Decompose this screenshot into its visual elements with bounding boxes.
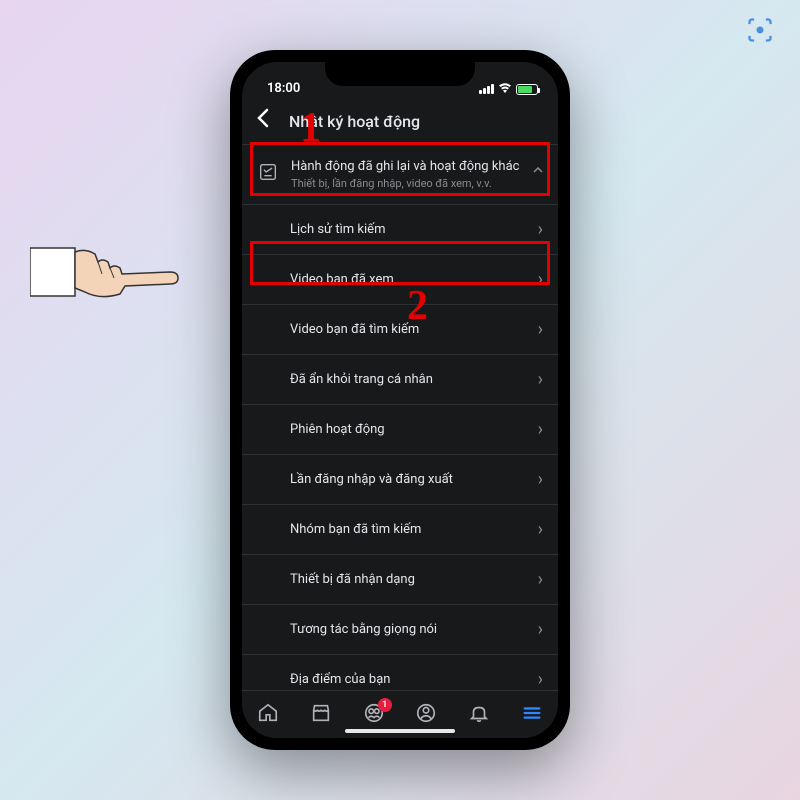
home-indicator [345, 729, 455, 733]
chevron-right-icon: › [538, 469, 543, 490]
nav-menu[interactable] [512, 702, 552, 724]
item-voice-interactions[interactable]: Tương tác bằng giọng nói › [242, 605, 558, 655]
chevron-right-icon: › [538, 669, 543, 690]
section-recorded-actions[interactable]: Hành động đã ghi lại và hoạt động khác T… [242, 145, 558, 205]
battery-icon [516, 84, 538, 95]
chevron-right-icon: › [538, 619, 543, 640]
item-logins-logouts[interactable]: Lần đăng nhập và đăng xuất › [242, 455, 558, 505]
status-indicators [479, 82, 538, 96]
item-videos-watched[interactable]: Video bạn đã xem › [242, 255, 558, 305]
nav-notifications[interactable] [459, 702, 499, 724]
page-title: Nhật ký hoạt động [289, 112, 420, 131]
collapse-icon [533, 163, 543, 176]
item-label: Video bạn đã xem [290, 272, 394, 287]
status-time: 18:00 [262, 81, 300, 96]
nav-groups[interactable]: 1 [354, 702, 394, 724]
item-hidden-from-timeline[interactable]: Đã ẩn khỏi trang cá nhân › [242, 355, 558, 405]
wifi-icon [498, 82, 512, 96]
item-active-sessions[interactable]: Phiên hoạt động › [242, 405, 558, 455]
item-label: Lịch sử tìm kiếm [290, 222, 385, 237]
section-title: Hành động đã ghi lại và hoạt động khác [291, 159, 525, 174]
nav-home[interactable] [248, 702, 288, 724]
item-search-history[interactable]: Lịch sử tìm kiếm › [242, 205, 558, 255]
chevron-right-icon: › [538, 369, 543, 390]
item-label: Phiên hoạt động [290, 422, 385, 437]
item-groups-searched[interactable]: Nhóm bạn đã tìm kiếm › [242, 505, 558, 555]
item-label: Đã ẩn khỏi trang cá nhân [290, 372, 433, 387]
item-label: Tương tác bằng giọng nói [290, 622, 437, 637]
chevron-right-icon: › [538, 519, 543, 540]
item-label: Địa điểm của bạn [290, 672, 390, 687]
chevron-right-icon: › [538, 319, 543, 340]
checklist-icon [257, 161, 279, 183]
nav-badge: 1 [378, 698, 392, 712]
item-recognized-devices[interactable]: Thiết bị đã nhận dạng › [242, 555, 558, 605]
phone-screen: 18:00 Nhật ký hoạt động [242, 62, 558, 738]
chevron-right-icon: › [538, 219, 543, 240]
signal-icon [479, 84, 494, 94]
section-subtitle: Thiết bị, lần đăng nhập, video đã xem, v… [291, 177, 525, 190]
phone-frame: 18:00 Nhật ký hoạt động [230, 50, 570, 750]
chevron-right-icon: › [538, 419, 543, 440]
item-videos-searched[interactable]: Video bạn đã tìm kiếm › [242, 305, 558, 355]
nav-marketplace[interactable] [301, 702, 341, 724]
back-button[interactable] [257, 108, 269, 134]
content-scroll[interactable]: Hành động đã ghi lại và hoạt động khác T… [242, 145, 558, 738]
item-label: Lần đăng nhập và đăng xuất [290, 472, 453, 487]
pointing-hand-illustration [30, 230, 210, 314]
nav-profile[interactable] [406, 702, 446, 724]
chevron-right-icon: › [538, 569, 543, 590]
page-header: Nhật ký hoạt động [242, 98, 558, 145]
item-label: Video bạn đã tìm kiếm [290, 322, 419, 337]
item-label: Thiết bị đã nhận dạng [290, 572, 415, 587]
item-label: Nhóm bạn đã tìm kiếm [290, 522, 421, 537]
scan-icon [745, 15, 775, 45]
chevron-right-icon: › [538, 269, 543, 290]
phone-notch [325, 62, 475, 86]
